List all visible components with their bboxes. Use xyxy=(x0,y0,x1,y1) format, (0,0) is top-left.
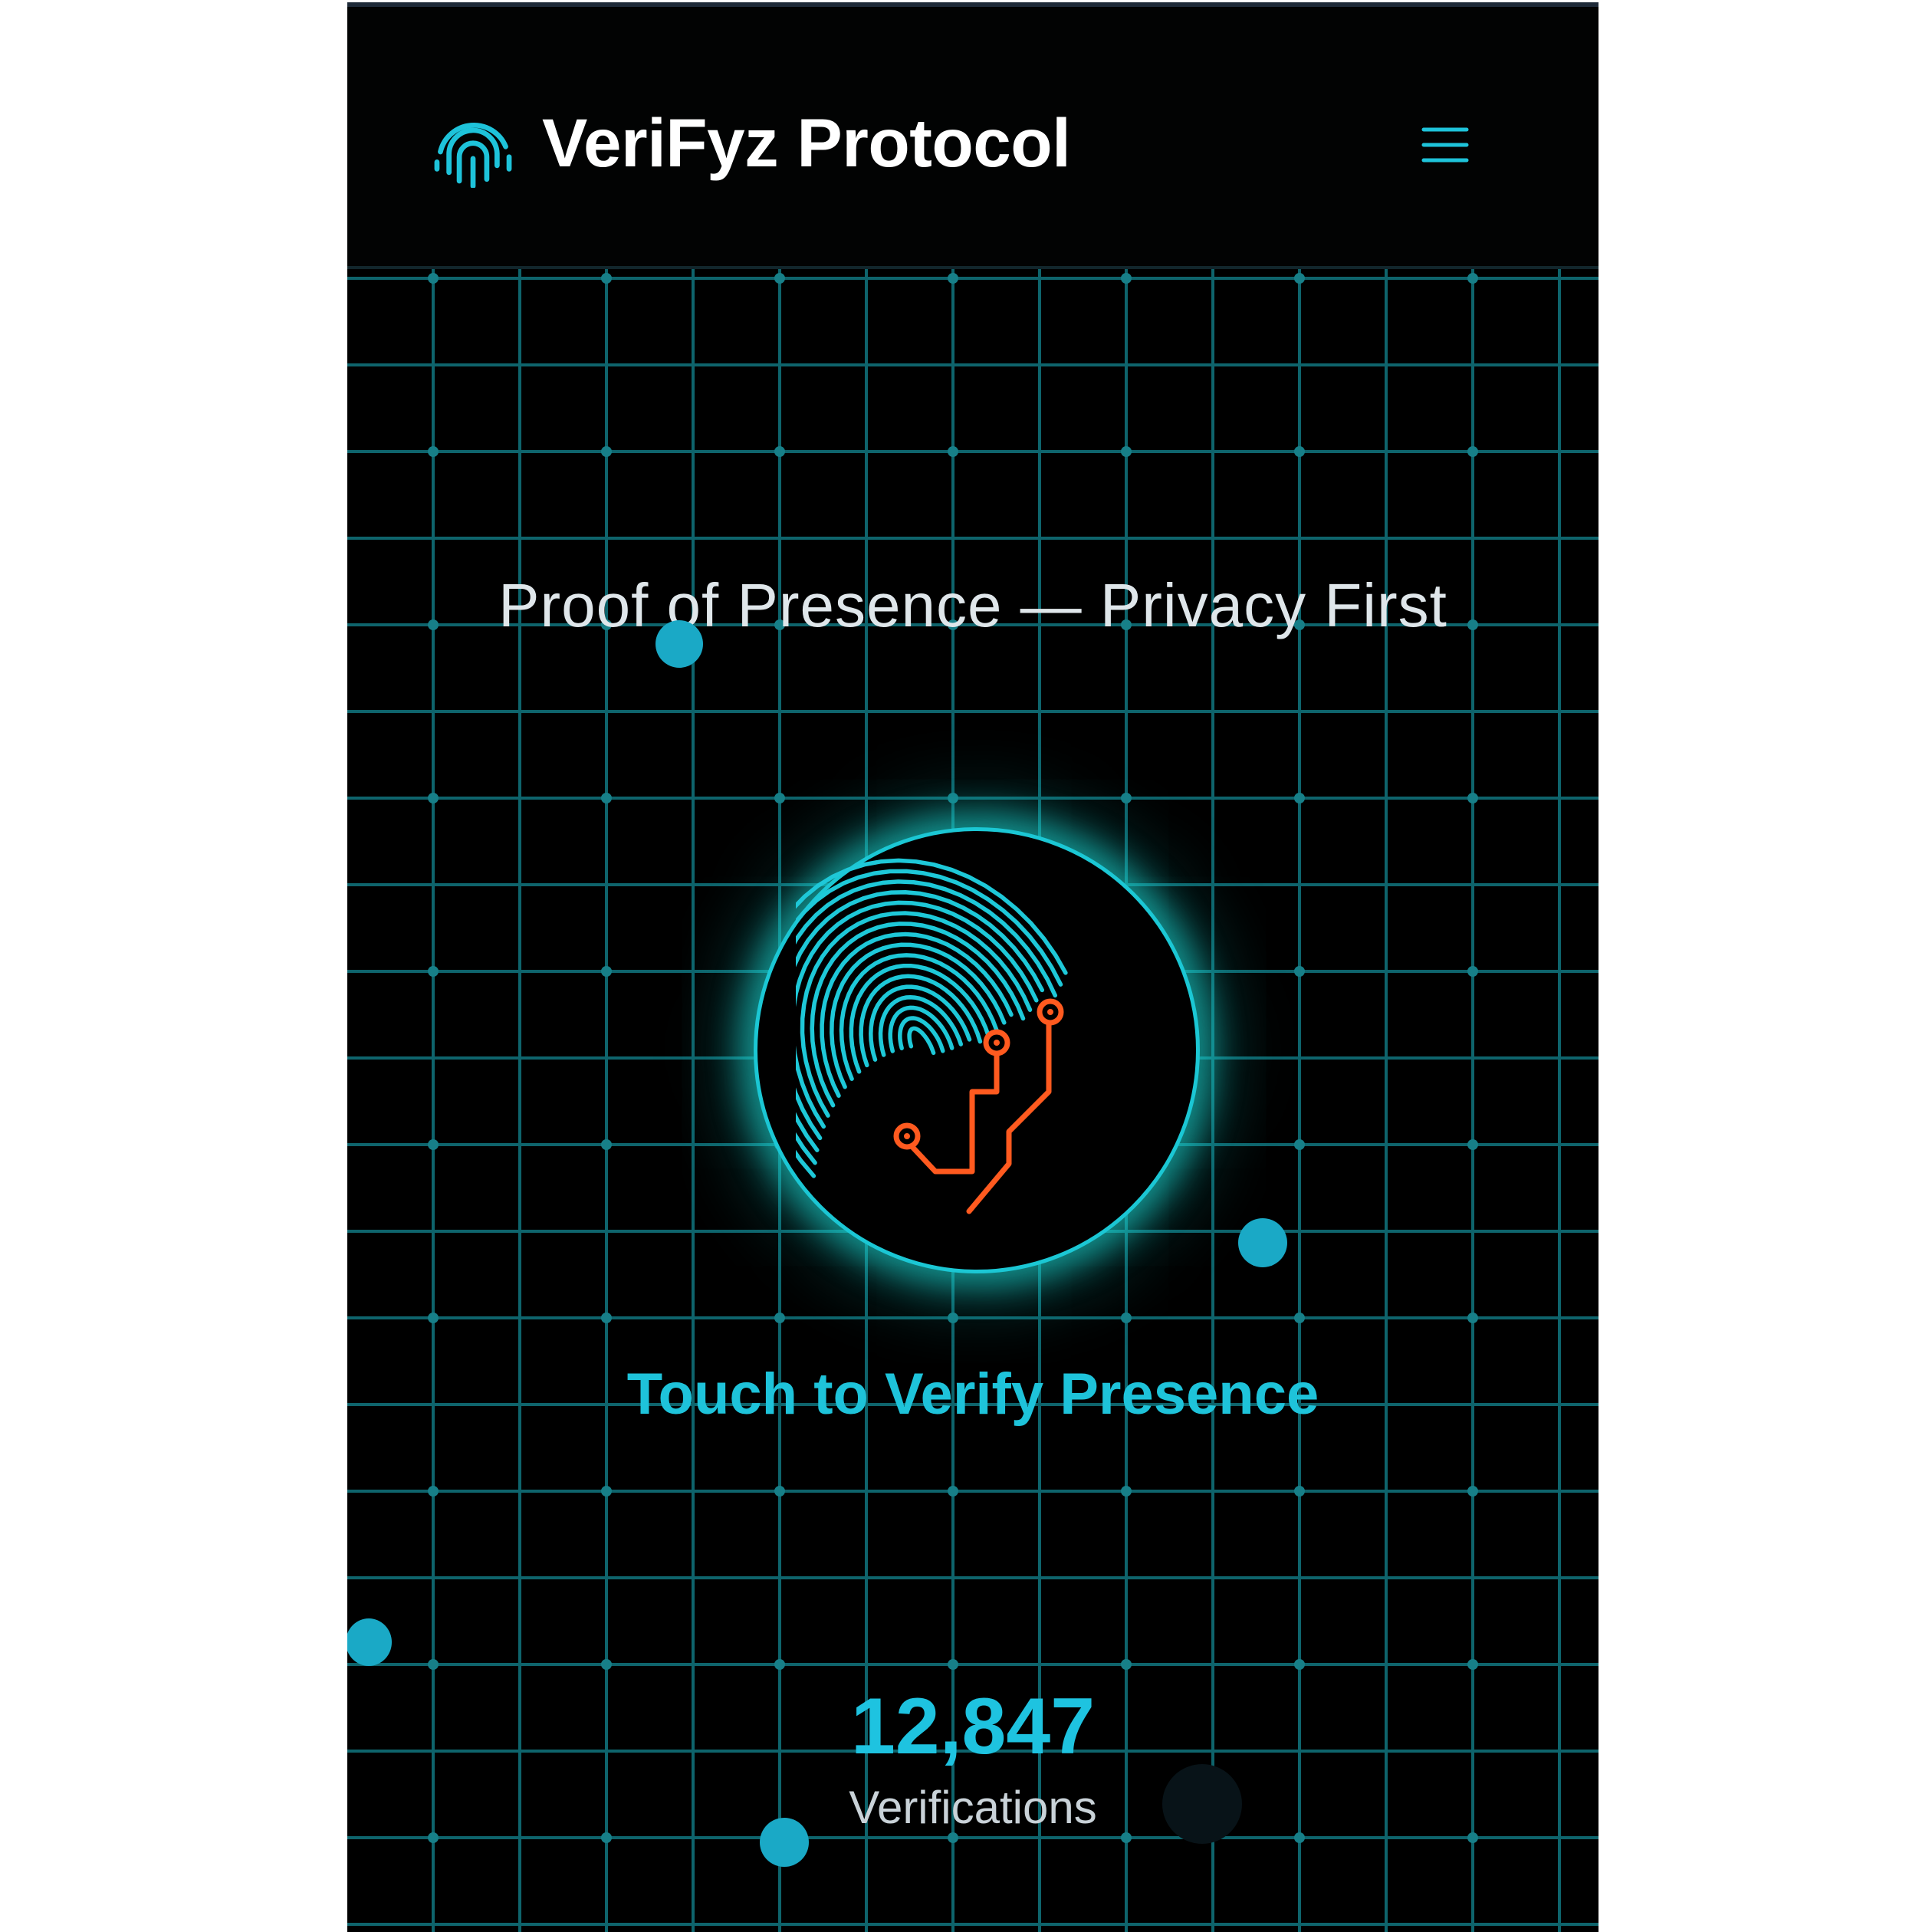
verification-count-label: Verifications xyxy=(849,1782,1097,1833)
glow-particle xyxy=(1162,1764,1242,1844)
glow-particle xyxy=(656,620,703,668)
verify-presence-cta[interactable]: Touch to Verify Presence xyxy=(347,1361,1598,1428)
verification-count: 12,847 xyxy=(850,1682,1096,1771)
glow-particle xyxy=(1238,1218,1287,1267)
fingerprint-scan-button[interactable] xyxy=(754,827,1200,1273)
glow-particle xyxy=(760,1818,809,1867)
tagline: Proof of Presence — Privacy First xyxy=(498,571,1447,639)
fingerprint-icon xyxy=(434,122,512,188)
glow-particle xyxy=(347,1618,392,1666)
fingerprint-circuit-icon xyxy=(796,858,1068,1214)
app-screen: VeriFyz Protocol Proof of Presence — Pri… xyxy=(347,2,1598,1932)
app-title: VeriFyz Protocol xyxy=(542,104,1071,181)
hamburger-menu-icon[interactable] xyxy=(1421,120,1470,169)
app-header: VeriFyz Protocol xyxy=(347,7,1598,269)
hero-section: Proof of Presence — Privacy First Touch … xyxy=(347,269,1598,1932)
